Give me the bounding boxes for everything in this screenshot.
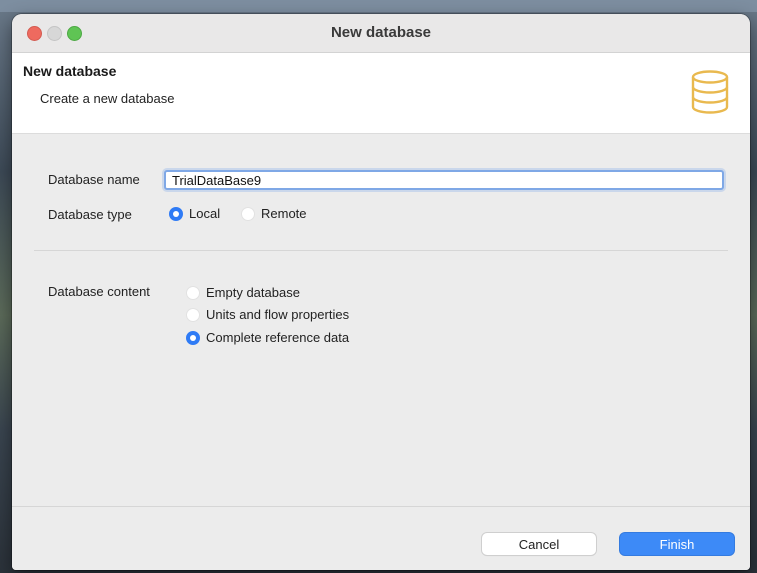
radio-remote-indicator[interactable] (241, 206, 255, 221)
wizard-header: New database Create a new database (12, 53, 750, 134)
desktop-menu-strip (0, 0, 757, 12)
cancel-button[interactable]: Cancel (482, 533, 596, 555)
finish-button[interactable]: Finish (620, 533, 734, 555)
dialog-footer: Cancel Finish (12, 506, 750, 570)
database-name-input[interactable] (164, 170, 724, 190)
database-type-label: Database type (48, 207, 132, 222)
radio-remote-label: Remote (261, 206, 307, 221)
window-title: New database (330, 24, 432, 41)
radio-empty-database-indicator[interactable] (186, 285, 200, 300)
radio-local-indicator[interactable] (169, 206, 183, 221)
database-content-label: Database content (48, 284, 150, 299)
section-divider (34, 250, 728, 251)
title-bar[interactable]: New database (12, 14, 750, 53)
radio-local[interactable]: Local (169, 206, 220, 221)
radio-complete-reference-data[interactable]: Complete reference data (186, 330, 349, 345)
radio-local-label: Local (189, 206, 221, 221)
database-name-label: Database name (48, 172, 140, 187)
new-database-dialog: New database New database Create a new d… (12, 14, 750, 570)
radio-empty-database[interactable]: Empty database (186, 285, 300, 300)
radio-units-flow-properties-label: Units and flow properties (206, 307, 350, 322)
wizard-content: Database name Database type Local Remote… (12, 134, 750, 506)
database-icon (691, 70, 729, 114)
page-subtitle: Create a new database (40, 91, 175, 106)
page-title: New database (23, 63, 117, 79)
radio-empty-database-label: Empty database (206, 285, 300, 300)
radio-complete-reference-data-label: Complete reference data (206, 330, 350, 345)
radio-units-flow-properties-indicator[interactable] (186, 307, 200, 322)
radio-remote[interactable]: Remote (241, 206, 307, 221)
radio-units-flow-properties[interactable]: Units and flow properties (186, 307, 349, 322)
radio-complete-reference-data-indicator[interactable] (186, 330, 200, 345)
